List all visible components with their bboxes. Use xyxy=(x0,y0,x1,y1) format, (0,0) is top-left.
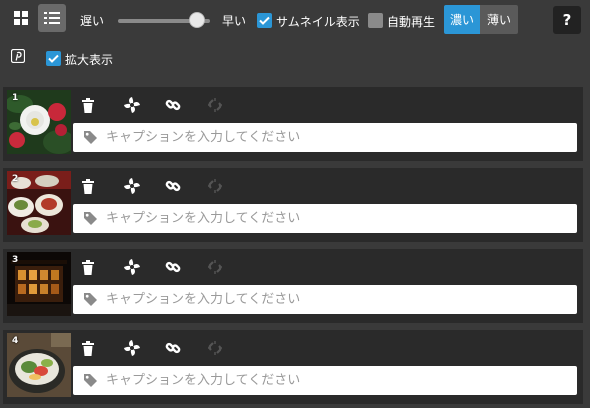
tag-icon xyxy=(83,211,98,226)
item-toolbar xyxy=(81,257,249,277)
unlink-button[interactable] xyxy=(207,257,249,277)
thumbnail-checkbox[interactable] xyxy=(257,13,272,28)
rotate-button[interactable] xyxy=(123,257,165,277)
caption-input[interactable] xyxy=(106,285,577,314)
pinterest-button[interactable] xyxy=(10,48,26,66)
list-icon xyxy=(44,12,60,24)
list-item: 3 xyxy=(3,249,583,323)
unlink-button[interactable] xyxy=(207,95,249,115)
speed-fast-label: 早い xyxy=(222,14,247,28)
pinwheel-icon xyxy=(124,97,140,113)
link-icon xyxy=(165,261,181,273)
trash-icon xyxy=(82,340,94,356)
list-item: 1 xyxy=(3,87,583,161)
item-number: 3 xyxy=(12,255,19,265)
theme-dark-button[interactable]: 濃い xyxy=(444,5,480,34)
check-icon xyxy=(259,16,270,25)
toolbar: 遅い 早い サムネイル表示 自動再生 濃い 薄い ? xyxy=(0,0,590,40)
trash-icon xyxy=(82,259,94,275)
rotate-button[interactable] xyxy=(123,95,165,115)
item-toolbar xyxy=(81,95,249,115)
pinterest-icon xyxy=(10,48,26,64)
delete-button[interactable] xyxy=(81,338,123,358)
list-item: 4 xyxy=(3,330,583,404)
unlink-button[interactable] xyxy=(207,338,249,358)
item-toolbar xyxy=(81,176,249,196)
photo-thumbnail[interactable]: 1 xyxy=(7,90,71,154)
link-button[interactable] xyxy=(165,95,207,115)
zoom-label: 拡大表示 xyxy=(65,53,114,67)
caption-field xyxy=(73,285,577,314)
autoplay-label: 自動再生 xyxy=(387,15,436,29)
pinwheel-icon xyxy=(124,340,140,356)
link-icon xyxy=(165,342,181,354)
autoplay-checkbox[interactable] xyxy=(368,13,383,28)
delete-button[interactable] xyxy=(81,95,123,115)
rotate-button[interactable] xyxy=(123,176,165,196)
photo-thumbnail[interactable]: 2 xyxy=(7,171,71,235)
rotate-button[interactable] xyxy=(123,338,165,358)
grid-icon xyxy=(14,11,28,25)
item-number: 1 xyxy=(12,93,19,103)
unlink-button[interactable] xyxy=(207,176,249,196)
trash-icon xyxy=(82,178,94,194)
tag-icon xyxy=(83,130,98,145)
caption-input[interactable] xyxy=(106,123,577,152)
link-button[interactable] xyxy=(165,338,207,358)
caption-field xyxy=(73,366,577,395)
pinwheel-icon xyxy=(124,259,140,275)
tag-icon xyxy=(83,292,98,307)
caption-input[interactable] xyxy=(106,204,577,233)
caption-input[interactable] xyxy=(106,366,577,395)
list-item: 2 xyxy=(3,168,583,242)
check-icon xyxy=(48,54,59,63)
link-button[interactable] xyxy=(165,257,207,277)
unlink-icon xyxy=(208,260,222,274)
link-button[interactable] xyxy=(165,176,207,196)
link-icon xyxy=(165,99,181,111)
speed-slow-label: 遅い xyxy=(80,14,105,28)
delete-button[interactable] xyxy=(81,257,123,277)
help-button[interactable]: ? xyxy=(553,6,581,34)
unlink-icon xyxy=(208,98,222,112)
item-toolbar xyxy=(81,338,249,358)
photo-thumbnail[interactable]: 3 xyxy=(7,252,71,316)
grid-view-button[interactable] xyxy=(7,4,35,32)
thumbnail-label: サムネイル表示 xyxy=(276,15,360,29)
photo-thumbnail[interactable]: 4 xyxy=(7,333,71,397)
trash-icon xyxy=(82,97,94,113)
theme-light-button[interactable]: 薄い xyxy=(480,5,518,34)
link-icon xyxy=(165,180,181,192)
caption-field xyxy=(73,204,577,233)
delete-button[interactable] xyxy=(81,176,123,196)
caption-field xyxy=(73,123,577,152)
item-number: 2 xyxy=(12,174,19,184)
list-view-button[interactable] xyxy=(38,4,66,32)
tag-icon xyxy=(83,373,98,388)
unlink-icon xyxy=(208,341,222,355)
speed-slider-thumb[interactable] xyxy=(189,12,206,28)
zoom-checkbox[interactable] xyxy=(46,51,61,66)
item-number: 4 xyxy=(12,336,19,346)
unlink-icon xyxy=(208,179,222,193)
pinwheel-icon xyxy=(124,178,140,194)
